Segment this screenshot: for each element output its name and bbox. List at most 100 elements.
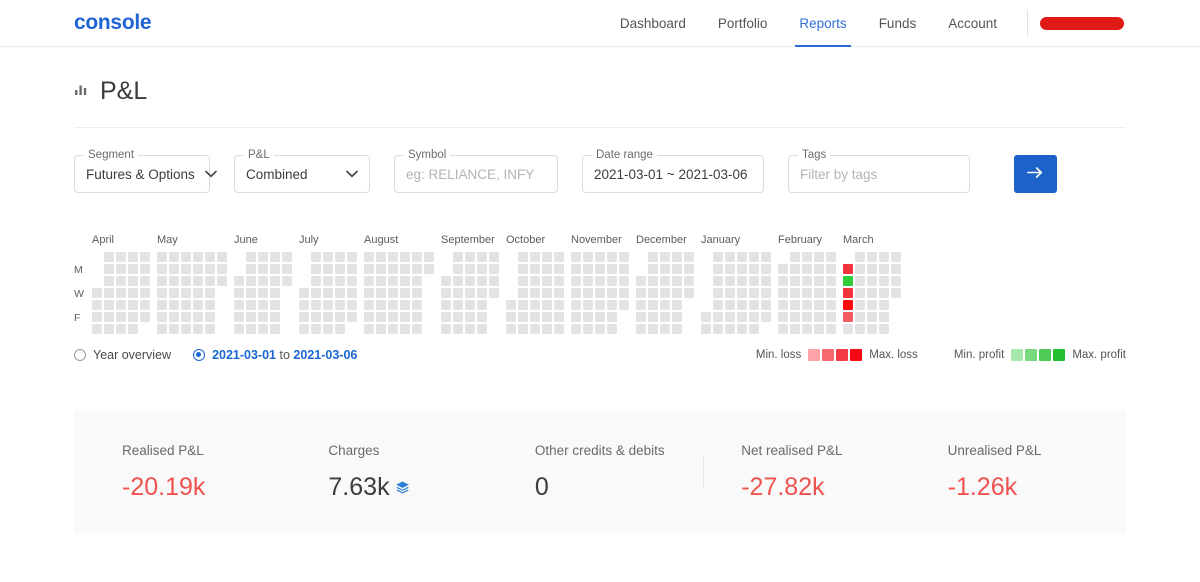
heatmap-cell[interactable] — [518, 324, 528, 334]
heatmap-cell[interactable] — [701, 324, 711, 334]
heatmap-cell[interactable] — [855, 264, 865, 274]
heatmap-cell[interactable] — [891, 288, 901, 298]
heatmap-cell[interactable] — [595, 300, 605, 310]
heatmap-cell[interactable] — [116, 288, 126, 298]
heatmap-cell[interactable] — [217, 324, 227, 334]
heatmap-cell[interactable] — [879, 324, 889, 334]
heatmap-cell[interactable] — [701, 252, 711, 262]
heatmap-cell[interactable] — [412, 312, 422, 322]
heatmap-cell[interactable] — [299, 312, 309, 322]
heatmap-cell[interactable] — [607, 252, 617, 262]
heatmap-cell[interactable] — [412, 300, 422, 310]
heatmap-cell[interactable] — [347, 324, 357, 334]
heatmap-cell[interactable] — [441, 312, 451, 322]
heatmap-cell[interactable] — [506, 252, 516, 262]
heatmap-cell[interactable] — [684, 288, 694, 298]
heatmap-cell[interactable] — [761, 252, 771, 262]
heatmap-cell[interactable] — [826, 252, 836, 262]
heatmap-cell[interactable] — [424, 276, 434, 286]
heatmap-cell[interactable] — [234, 288, 244, 298]
heatmap-cell[interactable] — [104, 276, 114, 286]
heatmap-cell[interactable] — [140, 300, 150, 310]
heatmap-cell[interactable] — [891, 264, 901, 274]
heatmap-cell[interactable] — [778, 312, 788, 322]
heatmap-cell[interactable] — [104, 312, 114, 322]
nav-item-dashboard[interactable]: Dashboard — [604, 0, 702, 47]
heatmap-cell[interactable] — [465, 312, 475, 322]
heatmap-cell[interactable] — [246, 264, 256, 274]
heatmap-cell[interactable] — [595, 252, 605, 262]
heatmap-cell[interactable] — [749, 264, 759, 274]
heatmap-cell[interactable] — [826, 288, 836, 298]
heatmap-cell[interactable] — [424, 312, 434, 322]
heatmap-cell[interactable] — [725, 252, 735, 262]
heatmap-cell[interactable] — [376, 300, 386, 310]
heatmap-cell[interactable] — [571, 300, 581, 310]
heatmap-cell[interactable] — [376, 312, 386, 322]
heatmap-cell[interactable] — [335, 324, 345, 334]
heatmap-cell[interactable] — [790, 300, 800, 310]
heatmap-cell[interactable] — [761, 324, 771, 334]
heatmap-cell[interactable] — [554, 324, 564, 334]
user-name-redacted[interactable] — [1040, 16, 1124, 30]
heatmap-cell[interactable] — [802, 300, 812, 310]
heatmap-cell[interactable] — [554, 312, 564, 322]
heatmap-cell[interactable] — [660, 324, 670, 334]
tags-input[interactable]: Tags Filter by tags — [788, 149, 970, 193]
heatmap-cell[interactable] — [530, 264, 540, 274]
heatmap-cell[interactable] — [826, 264, 836, 274]
heatmap-cell[interactable] — [234, 300, 244, 310]
heatmap-cell[interactable] — [725, 288, 735, 298]
heatmap-cell[interactable] — [749, 288, 759, 298]
heatmap-cell[interactable] — [778, 288, 788, 298]
heatmap-cell[interactable] — [388, 312, 398, 322]
radio-date-range-control[interactable] — [193, 349, 206, 361]
heatmap-cell[interactable] — [814, 288, 824, 298]
heatmap-cell[interactable] — [424, 324, 434, 334]
heatmap-cell[interactable] — [364, 312, 374, 322]
heatmap-cell[interactable] — [157, 252, 167, 262]
heatmap-cell[interactable] — [530, 300, 540, 310]
heatmap-cell[interactable] — [583, 288, 593, 298]
heatmap-cell[interactable] — [672, 288, 682, 298]
heatmap-cell[interactable] — [441, 300, 451, 310]
heatmap-cell[interactable] — [92, 276, 102, 286]
heatmap-cell[interactable] — [424, 252, 434, 262]
heatmap-cell[interactable] — [282, 324, 292, 334]
heatmap-cell[interactable] — [193, 300, 203, 310]
heatmap-cell[interactable] — [867, 264, 877, 274]
heatmap-cell[interactable] — [843, 252, 853, 262]
heatmap-cell[interactable] — [737, 324, 747, 334]
heatmap-cell[interactable] — [364, 300, 374, 310]
heatmap-cell[interactable] — [583, 300, 593, 310]
heatmap-cell[interactable] — [181, 312, 191, 322]
heatmap-cell[interactable] — [258, 300, 268, 310]
heatmap-cell[interactable] — [140, 288, 150, 298]
heatmap-cell[interactable] — [855, 288, 865, 298]
heatmap-cell[interactable] — [217, 276, 227, 286]
heatmap-cell[interactable] — [128, 312, 138, 322]
heatmap-cell[interactable] — [867, 312, 877, 322]
heatmap-cell[interactable] — [465, 264, 475, 274]
heatmap-cell[interactable] — [347, 312, 357, 322]
heatmap-cell[interactable] — [364, 252, 374, 262]
heatmap-cell[interactable] — [193, 252, 203, 262]
heatmap-cell[interactable] — [169, 312, 179, 322]
heatmap-cell[interactable] — [92, 300, 102, 310]
heatmap-cell[interactable] — [802, 324, 812, 334]
heatmap-cell[interactable] — [193, 324, 203, 334]
heatmap-cell[interactable] — [554, 288, 564, 298]
heatmap-cell[interactable] — [518, 300, 528, 310]
heatmap-cell[interactable] — [554, 276, 564, 286]
heatmap-cell[interactable] — [376, 276, 386, 286]
heatmap-cell-marked[interactable] — [843, 276, 853, 286]
heatmap-cell[interactable] — [347, 252, 357, 262]
heatmap-cell[interactable] — [193, 288, 203, 298]
heatmap-cell[interactable] — [453, 324, 463, 334]
heatmap-cell-marked[interactable] — [843, 312, 853, 322]
heatmap-cell[interactable] — [412, 288, 422, 298]
heatmap-cell[interactable] — [246, 324, 256, 334]
heatmap-cell[interactable] — [571, 252, 581, 262]
heatmap-cell[interactable] — [684, 300, 694, 310]
date-range-input[interactable]: Date range 2021-03-01 ~ 2021-03-06 — [582, 149, 764, 193]
